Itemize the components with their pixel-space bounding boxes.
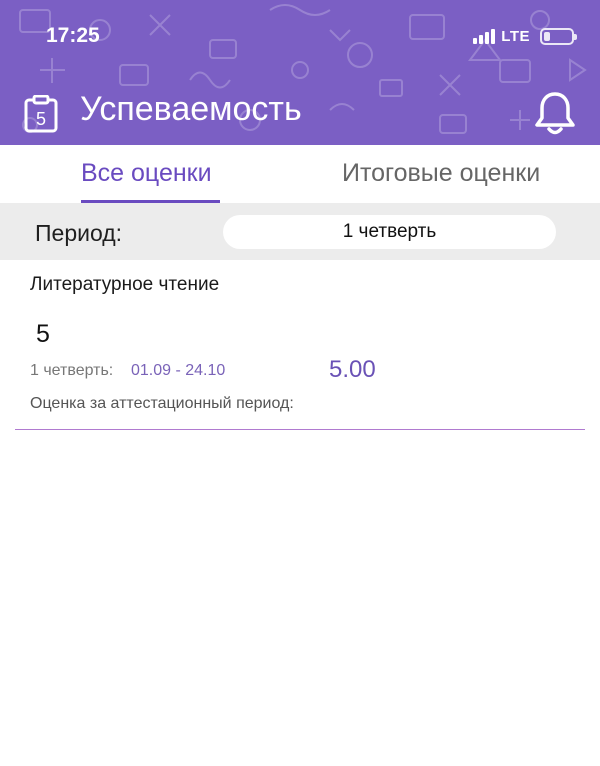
- divider: [15, 429, 585, 430]
- status-indicators: LTE: [473, 26, 577, 46]
- period-dates: 01.09 - 24.10: [131, 362, 226, 379]
- tab-final-grades[interactable]: Итоговые оценки: [342, 159, 540, 188]
- grade-mark: 5: [36, 320, 50, 348]
- attestation-label: Оценка за аттестационный период:: [30, 395, 294, 412]
- period-label: Период:: [35, 220, 123, 246]
- average-grade: 5.00: [329, 356, 376, 383]
- app-icon-digit: 5: [36, 109, 46, 129]
- tab-all-grades[interactable]: Все оценки: [81, 159, 212, 188]
- period-name: 1 четверть:: [30, 362, 114, 379]
- grade-sheet-icon: 5: [24, 95, 58, 133]
- subject-name: Литературное чтение: [30, 274, 220, 295]
- status-time: 17:25: [46, 24, 100, 47]
- page-title: Успеваемость: [80, 90, 302, 128]
- battery-icon: [540, 27, 577, 45]
- bell-icon[interactable]: [533, 90, 577, 136]
- period-filter: Период: 1 четверть: [0, 203, 600, 260]
- signal-icon: [473, 28, 496, 44]
- app-header: 17:25 LTE 5 Успеваемость: [0, 0, 600, 145]
- period-select[interactable]: 1 четверть: [223, 215, 556, 249]
- network-type: LTE: [501, 27, 530, 45]
- tab-bar: Все оценки Итоговые оценки: [0, 145, 600, 203]
